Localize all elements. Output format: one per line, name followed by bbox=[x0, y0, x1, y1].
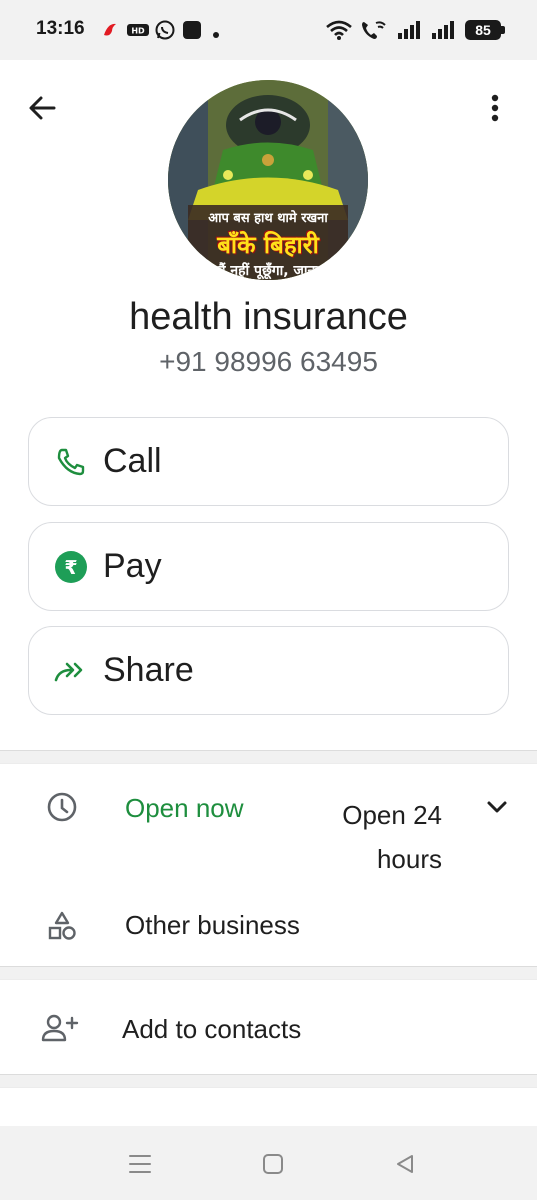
expand-hours-button[interactable] bbox=[477, 787, 517, 827]
call-label: Call bbox=[103, 442, 162, 480]
more-options-button[interactable] bbox=[475, 88, 515, 128]
wifi-calling-icon bbox=[360, 19, 390, 46]
back-button[interactable] bbox=[22, 88, 62, 128]
contact-name: health insurance bbox=[129, 296, 408, 338]
section-divider bbox=[0, 1074, 537, 1088]
wifi-icon bbox=[325, 19, 353, 46]
triangle-back-icon bbox=[397, 1155, 413, 1173]
add-to-contacts-label: Add to contacts bbox=[122, 1014, 302, 1044]
pay-button[interactable]: ₹ Pay bbox=[28, 522, 509, 611]
status-bar: 13:16 HD 85 bbox=[0, 0, 537, 60]
call-button[interactable]: Call bbox=[28, 417, 509, 506]
hd-icon: HD bbox=[126, 22, 150, 43]
hours-status: Open now bbox=[125, 793, 244, 823]
add-person-icon bbox=[40, 1008, 80, 1048]
pay-label: Pay bbox=[103, 547, 162, 585]
back-arrow-icon bbox=[29, 96, 56, 120]
business-category: Other business bbox=[125, 910, 300, 940]
battery-level: 85 bbox=[465, 20, 501, 40]
square-icon bbox=[263, 1154, 283, 1174]
avatar-caption-line1: आप बस हाथ थामे रखना bbox=[208, 211, 328, 226]
signal-sim2-icon bbox=[430, 19, 456, 46]
chevron-down-icon bbox=[487, 801, 507, 813]
rupee-icon: ₹ bbox=[51, 547, 91, 587]
avatar-caption-line3: मैं नहीं पूछूँगा, जाना bbox=[217, 263, 319, 279]
more-notifications-dot-icon bbox=[212, 26, 220, 44]
more-vert-icon bbox=[491, 94, 499, 122]
battery-icon bbox=[501, 26, 505, 34]
app-notification-icon bbox=[181, 19, 203, 46]
avatar-caption-line2: बाँके बिहारी bbox=[217, 231, 319, 259]
svg-text:₹: ₹ bbox=[64, 557, 77, 579]
add-to-contacts-row[interactable]: Add to contacts bbox=[0, 982, 537, 1074]
svg-text:HD: HD bbox=[131, 27, 145, 36]
share-icon bbox=[51, 651, 91, 691]
hours-value: Open 24 hours bbox=[342, 800, 442, 874]
recents-button[interactable] bbox=[122, 1146, 158, 1182]
contact-phone[interactable]: +91 98996 63495 bbox=[0, 346, 537, 378]
section-divider bbox=[0, 966, 537, 980]
clock-icon bbox=[42, 787, 82, 827]
phone-icon bbox=[51, 442, 91, 482]
signal-sim1-icon bbox=[396, 19, 422, 46]
back-nav-button[interactable] bbox=[387, 1146, 423, 1182]
airtel-icon bbox=[100, 19, 122, 46]
home-button[interactable] bbox=[255, 1146, 291, 1182]
whatsapp-icon bbox=[154, 19, 176, 46]
section-divider bbox=[0, 750, 537, 764]
system-nav-bar bbox=[0, 1126, 537, 1200]
status-time: 13:16 bbox=[36, 18, 85, 39]
menu-lines-icon bbox=[129, 1155, 151, 1173]
share-button[interactable]: Share bbox=[28, 626, 509, 715]
category-shapes-icon bbox=[42, 906, 82, 946]
share-label: Share bbox=[103, 651, 194, 689]
contact-avatar: आप बस हाथ थामे रखना बाँके बिहारी मैं नही… bbox=[168, 80, 368, 280]
